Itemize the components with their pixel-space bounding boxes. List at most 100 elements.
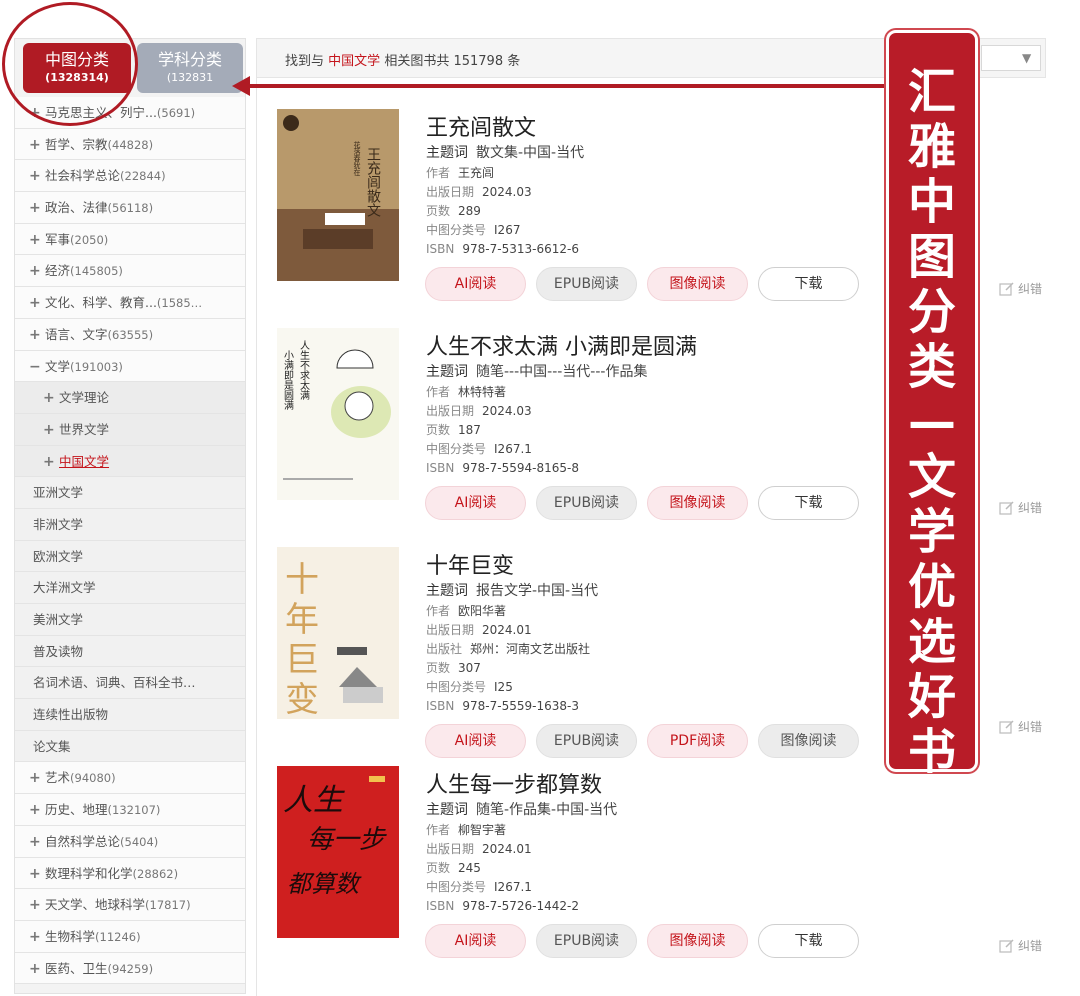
meta-value: 978-7-5559-1638-3	[462, 699, 579, 713]
read-action-button[interactable]: AI阅读	[425, 267, 526, 301]
correction-link[interactable]: 纠错	[999, 937, 1042, 954]
book-title[interactable]: 十年巨变	[426, 548, 514, 580]
meta-label: ISBN	[426, 242, 455, 256]
meta-row: 作者 王充闾	[426, 164, 584, 183]
read-action-button[interactable]: EPUB阅读	[536, 924, 637, 958]
expand-icon[interactable]: +	[29, 161, 45, 191]
meta-value: I267	[494, 223, 521, 237]
tab-subject-classification[interactable]: 学科分类 (132831	[137, 43, 243, 93]
category-item[interactable]: 美洲文学	[15, 604, 245, 636]
category-item[interactable]: + 政治、法律(56118)	[15, 192, 245, 224]
meta-value: 随笔---中国---当代---作品集	[476, 364, 648, 380]
book-title[interactable]: 王充闾散文	[426, 110, 536, 142]
category-item[interactable]: 欧洲文学	[15, 540, 245, 573]
expand-icon[interactable]: +	[29, 288, 45, 318]
expand-icon[interactable]: +	[29, 256, 45, 286]
category-item[interactable]: + 文化、科学、教育...(1585…	[15, 287, 245, 319]
expand-icon[interactable]: +	[43, 383, 59, 413]
banner-text: 汇雅中图分类—文学优选好书	[907, 64, 956, 780]
category-item[interactable]: + 文学理论	[15, 382, 245, 414]
search-keyword: 中国文学	[328, 54, 381, 69]
category-item[interactable]: + 哲学、宗教(44828)	[15, 128, 245, 161]
book-title[interactable]: 人生不求太满 小满即是圆满	[426, 329, 697, 361]
read-action-button[interactable]: 下载	[758, 267, 859, 301]
book-cover-image[interactable]: 人生 每一步 都算数	[277, 766, 399, 938]
expand-icon[interactable]: +	[29, 320, 45, 350]
category-label: 天文学、地球科学	[45, 897, 146, 913]
expand-icon[interactable]: +	[29, 130, 45, 160]
category-item[interactable]: 大洋洲文学	[15, 572, 245, 604]
sort-select[interactable]: ▼	[981, 45, 1041, 71]
book-cover-image[interactable]: 十年巨变	[277, 547, 399, 719]
read-action-button[interactable]: EPUB阅读	[536, 267, 637, 301]
category-item[interactable]: + 历史、地理(132107)	[15, 794, 245, 826]
expand-icon[interactable]: +	[29, 795, 45, 825]
category-item[interactable]: + 艺术(94080)	[15, 762, 245, 795]
category-item[interactable]: 连续性出版物	[15, 699, 245, 731]
read-action-button[interactable]: AI阅读	[425, 486, 526, 520]
meta-value: 187	[458, 423, 481, 437]
meta-label: 主题词	[426, 364, 468, 380]
category-item[interactable]: + 世界文学	[15, 413, 245, 446]
category-label: 连续性出版物	[33, 707, 109, 723]
category-item[interactable]: 非洲文学	[15, 508, 245, 541]
expand-icon[interactable]: +	[29, 763, 45, 793]
category-item[interactable]: + 天文学、地球科学(17817)	[15, 889, 245, 921]
category-item[interactable]: + 经济(145805)	[15, 255, 245, 288]
correction-link[interactable]: 纠错	[999, 499, 1042, 516]
category-label: 名词术语、词典、百科全书…	[33, 675, 196, 691]
expand-icon[interactable]: +	[29, 859, 45, 889]
category-item[interactable]: + 军事(2050)	[15, 223, 245, 256]
category-count: (17817)	[145, 898, 191, 913]
svg-text:人生不求太满: 人生不求太满	[298, 340, 310, 401]
category-item[interactable]: + 医药、卫生(94259)	[15, 952, 245, 985]
svg-text:巨: 巨	[285, 640, 319, 680]
category-item[interactable]: 论文集	[15, 730, 245, 763]
category-label: 普及读物	[33, 643, 84, 659]
category-label: 亚洲文学	[33, 485, 84, 501]
read-action-button[interactable]: 下载	[758, 486, 859, 520]
category-item[interactable]: + 语言、文字(63555)	[15, 318, 245, 351]
meta-label: 页数	[426, 661, 451, 675]
meta-label: 出版社	[426, 642, 463, 656]
category-item[interactable]: + 数理科学和化学(28862)	[15, 857, 245, 890]
expand-icon[interactable]: +	[43, 415, 59, 445]
expand-icon[interactable]: +	[29, 827, 45, 857]
expand-icon[interactable]: +	[29, 225, 45, 255]
category-item[interactable]: + 社会科学总论(22844)	[15, 160, 245, 193]
meta-label: 页数	[426, 423, 451, 437]
read-action-button[interactable]: 图像阅读	[647, 267, 748, 301]
read-action-button[interactable]: AI阅读	[425, 924, 526, 958]
read-action-button[interactable]: EPUB阅读	[536, 486, 637, 520]
category-count: (63555)	[107, 327, 154, 342]
expand-icon[interactable]: +	[29, 922, 45, 952]
read-action-button[interactable]: 图像阅读	[647, 924, 748, 958]
correction-link[interactable]: 纠错	[999, 718, 1042, 735]
category-label: 数理科学和化学	[45, 865, 133, 881]
book-cover-image[interactable]: 王充闾散文 花落春犹在	[277, 109, 399, 281]
expand-icon[interactable]: +	[29, 193, 45, 223]
category-item[interactable]: + 生物科学(11246)	[15, 920, 245, 953]
meta-row: 中图分类号 I267.1	[426, 878, 617, 897]
read-action-button[interactable]: 图像阅读	[647, 486, 748, 520]
collapse-icon[interactable]: −	[29, 352, 45, 382]
category-count: (2050)	[70, 232, 109, 247]
meta-label: 中图分类号	[426, 880, 487, 894]
category-item[interactable]: 亚洲文学	[15, 477, 245, 509]
book-title[interactable]: 人生每一步都算数	[426, 767, 602, 799]
expand-icon[interactable]: +	[43, 447, 59, 477]
category-label: 经济	[45, 263, 71, 279]
category-item[interactable]: + 中国文学	[15, 445, 245, 478]
book-cover-image[interactable]: 小满即是圆满 人生不求太满	[277, 328, 399, 500]
correction-link[interactable]: 纠错	[999, 280, 1042, 297]
category-item[interactable]: + 自然科学总论(5404)	[15, 825, 245, 858]
arrow-left-icon	[232, 76, 250, 96]
read-action-button[interactable]: 下载	[758, 924, 859, 958]
category-item[interactable]: − 文学(191003)	[15, 350, 245, 383]
expand-icon[interactable]: +	[29, 890, 45, 920]
expand-icon[interactable]: +	[29, 954, 45, 984]
category-item[interactable]: 名词术语、词典、百科全书…	[15, 667, 245, 700]
category-item[interactable]: 普及读物	[15, 635, 245, 668]
category-label: 中国文学	[59, 453, 110, 469]
search-result-summary: 找到与 中国文学 相关图书共 151798 条	[285, 50, 520, 69]
